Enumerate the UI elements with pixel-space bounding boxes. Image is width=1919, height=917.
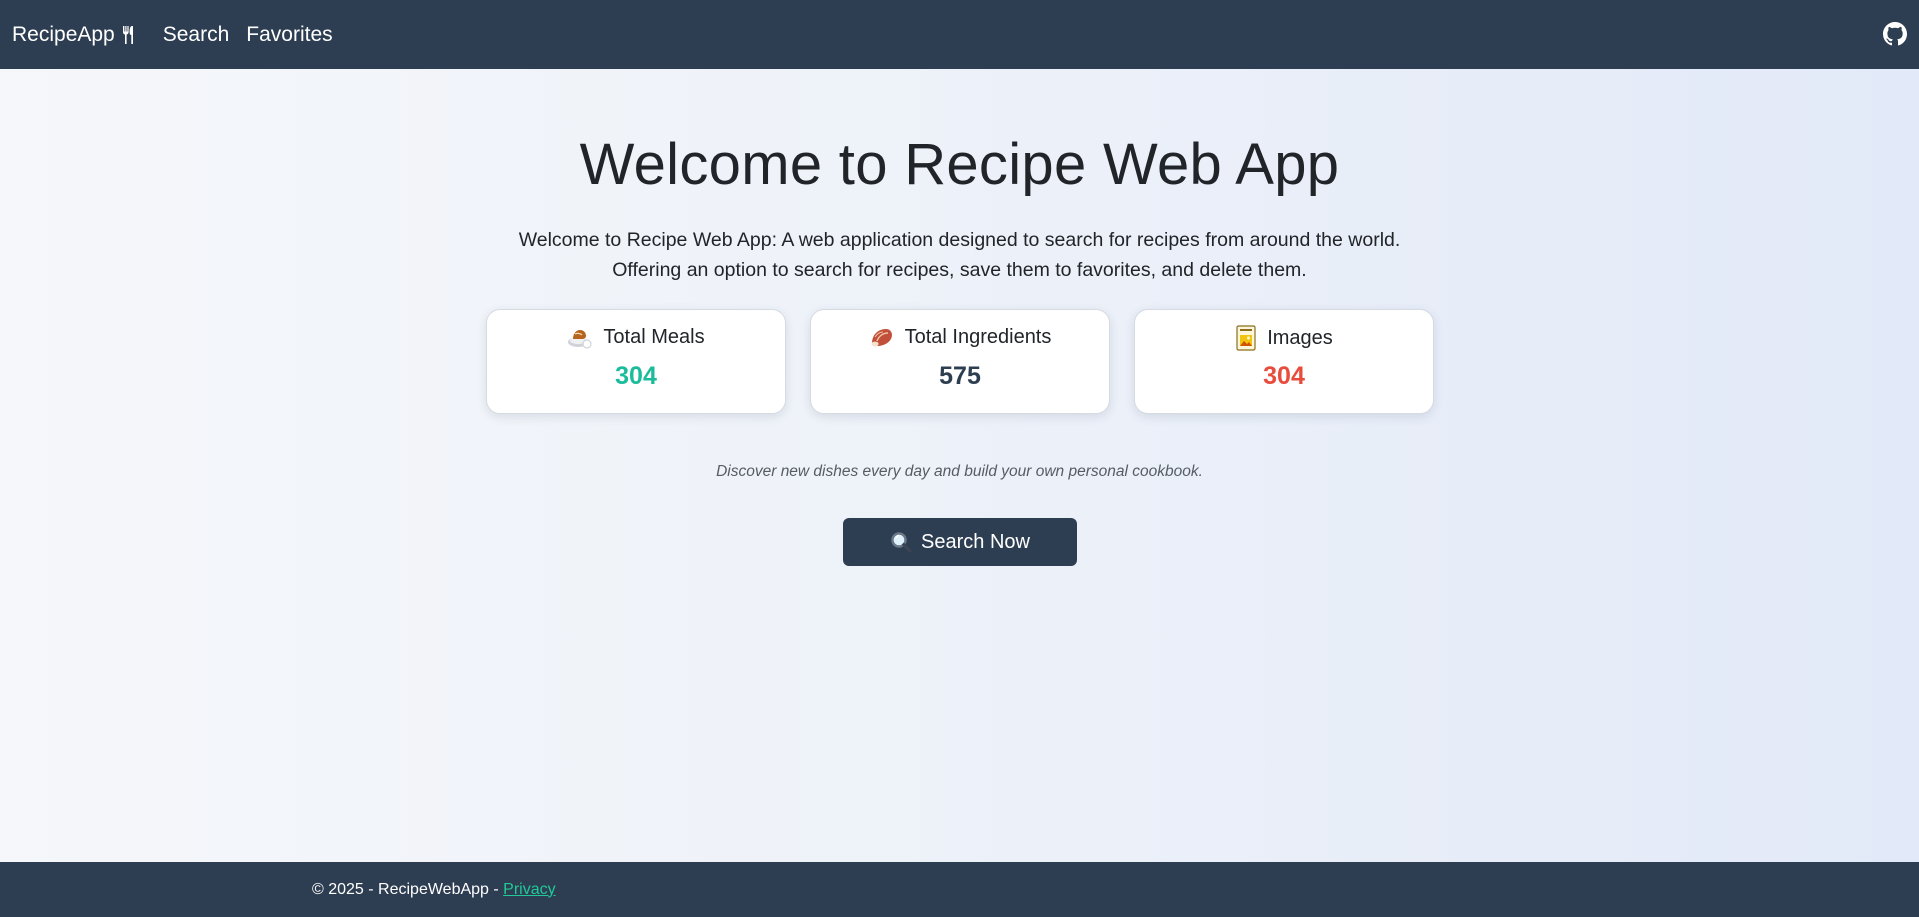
stat-label: Total Meals	[603, 325, 705, 348]
github-icon[interactable]	[1883, 22, 1907, 46]
stats-cards: Total Meals 304 Total Ingredients 575 Im…	[486, 309, 1434, 414]
page-title: Welcome to Recipe Web App	[579, 132, 1340, 197]
nav-search-link[interactable]: Search	[163, 23, 230, 47]
meal-icon	[567, 325, 593, 349]
copyright-text: © 2025 - RecipeWebApp -	[312, 880, 504, 898]
hero-description: Welcome to Recipe Web App: A web applica…	[460, 225, 1459, 285]
stat-card-header: Total Meals	[487, 325, 785, 349]
stat-label: Images	[1267, 326, 1333, 349]
ingredient-icon	[869, 325, 895, 349]
stat-value: 304	[615, 362, 657, 390]
search-now-button[interactable]: Search Now	[843, 518, 1077, 566]
navbar: RecipeApp Search Favorites	[0, 0, 1919, 69]
stat-card-images: Images 304	[1134, 309, 1434, 414]
hero-description-line-1: Welcome to Recipe Web App: A web applica…	[518, 229, 1401, 251]
fork-knife-icon	[121, 25, 137, 45]
hero-description-line-2: Offering an option to search for recipes…	[612, 259, 1307, 281]
brand-name: RecipeApp	[12, 22, 115, 46]
search-now-label: Search Now	[921, 530, 1030, 553]
stat-label: Total Ingredients	[904, 325, 1052, 348]
stat-card-meals: Total Meals 304	[486, 309, 786, 414]
privacy-link[interactable]: Privacy	[503, 881, 555, 898]
footer-text: © 2025 - RecipeWebApp - Privacy	[312, 881, 556, 899]
image-icon	[1235, 325, 1257, 351]
footer: © 2025 - RecipeWebApp - Privacy	[0, 862, 1919, 917]
main-content: Welcome to Recipe Web App Welcome to Rec…	[0, 69, 1919, 862]
stat-value: 304	[1263, 362, 1305, 390]
stat-card-header: Total Ingredients	[811, 325, 1109, 349]
tagline: Discover new dishes every day and build …	[716, 463, 1203, 480]
stat-value: 575	[939, 362, 981, 390]
magnifier-icon	[890, 531, 912, 553]
nav-favorites-link[interactable]: Favorites	[246, 23, 332, 47]
stat-card-ingredients: Total Ingredients 575	[810, 309, 1110, 414]
brand-link[interactable]: RecipeApp	[12, 23, 137, 47]
stat-card-header: Images	[1135, 325, 1433, 351]
